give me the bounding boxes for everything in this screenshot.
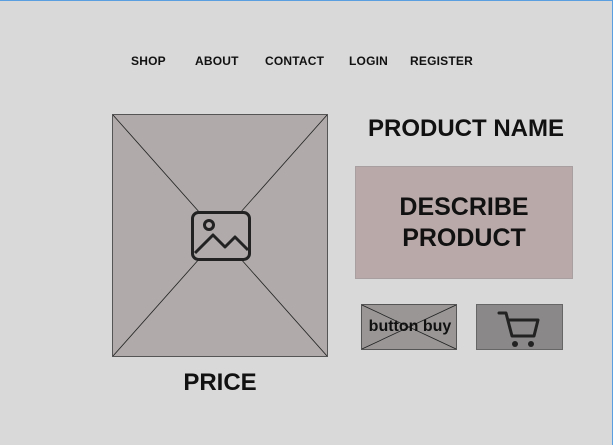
product-price: PRICE: [183, 369, 257, 396]
shopping-cart-icon: [497, 311, 540, 347]
product-image-placeholder: [112, 114, 328, 357]
nav-item-about[interactable]: ABOUT: [195, 54, 239, 68]
nav-item-contact[interactable]: CONTACT: [265, 54, 324, 68]
image-placeholder-icon: [191, 211, 251, 261]
buy-button[interactable]: button buy: [361, 304, 457, 350]
nav-item-register[interactable]: REGISTER: [410, 54, 473, 68]
product-description: DESCRIBE PRODUCT: [399, 192, 529, 252]
nav-item-shop[interactable]: SHOP: [131, 54, 166, 68]
product-name: PRODUCT NAME: [368, 115, 564, 142]
page-frame: SHOP ABOUT CONTACT LOGIN REGISTER PRICE …: [0, 0, 613, 445]
product-description-box: DESCRIBE PRODUCT: [355, 166, 573, 279]
nav-item-login[interactable]: LOGIN: [349, 54, 388, 68]
add-to-cart-button[interactable]: [476, 304, 563, 350]
buy-button-label: button buy: [368, 318, 452, 335]
